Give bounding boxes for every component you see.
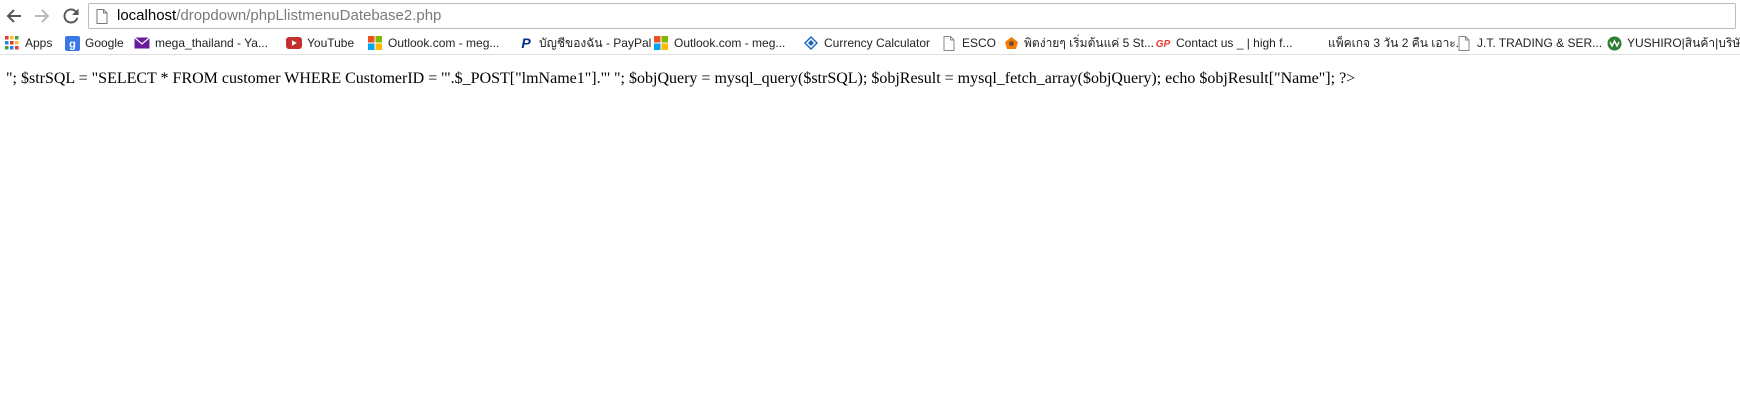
bookmark-outlook-2[interactable]: Outlook.com - meg... [653,33,785,53]
bookmark-label: แพ็คเกจ 3 วัน 2 คืน เอาะ... [1328,35,1466,50]
bookmark-outlook-1[interactable]: Outlook.com - meg... [367,33,499,53]
bookmark-label: ESCO [962,36,997,50]
url-path: /dropdown/phpLlistmenuDatebase2.php [176,7,442,24]
windows-icon [367,35,383,51]
back-button[interactable] [2,4,26,28]
address-bar[interactable]: localhost/dropdown/phpLlistmenuDatebase2… [88,3,1736,29]
browser-toolbar: localhost/dropdown/phpLlistmenuDatebase2… [0,0,1740,33]
paypal-icon: P [518,35,534,51]
bookmark-label: Outlook.com - meg... [388,36,500,50]
arrow-right-icon [35,9,50,23]
svg-text:P: P [521,36,531,50]
orange-logo-icon [1003,35,1019,51]
arrow-left-icon [6,9,21,23]
bookmark-label: YUSHIRO|สินค้า|บริษัท [1627,35,1740,50]
youtube-icon [286,35,302,51]
bookmark-label: J.T. TRADING & SER... [1477,36,1603,50]
url-host: localhost [117,7,177,24]
svg-text:GP: GP [1156,39,1171,49]
bookmark-package-3-days[interactable]: แพ็คเกจ 3 วัน 2 คืน เอาะ... [1307,33,1466,53]
bookmark-label: Apps [25,36,53,50]
bookmark-jt-trading[interactable]: J.T. TRADING & SER... [1456,33,1602,53]
forward-button[interactable] [30,4,54,28]
bookmark-label: Contact us _ | high f... [1176,36,1293,50]
page-icon [96,9,108,24]
bookmark-contact-us[interactable]: GP Contact us _ | high f... [1155,33,1293,53]
page-body-text: "; $strSQL = "SELECT * FROM customer WHE… [6,70,1356,87]
bookmark-label: Outlook.com - meg... [674,36,786,50]
blank-icon [1307,35,1323,51]
svg-text:g: g [69,38,76,50]
bookmark-google[interactable]: g Google [64,33,124,53]
bookmark-esco[interactable]: ESCO [941,33,996,53]
bookmark-paypal[interactable]: P บัญชีของฉัน - PayPal [518,33,651,53]
red-logo-icon: GP [1155,35,1171,51]
bookmark-currency-calculator[interactable]: Currency Calculator [803,33,930,53]
page-icon [1456,35,1472,51]
green-logo-icon [1606,35,1622,51]
apps-grid-icon [4,35,20,51]
bookmark-label: Google [85,36,124,50]
windows-icon [653,35,669,51]
reload-icon [63,8,79,24]
reload-button[interactable] [59,4,83,28]
bookmark-thai-package[interactable]: พิตง่ายๆ เริ่มต้นแค่ 5 St... [1003,33,1154,53]
bookmark-apps[interactable]: Apps [4,33,52,53]
bookmark-yushiro[interactable]: YUSHIRO|สินค้า|บริษัท [1606,33,1740,53]
page-icon [941,35,957,51]
bookmark-label: พิตง่ายๆ เริ่มต้นแค่ 5 St... [1024,35,1155,50]
bookmarks-bar: Apps g Google mega_thailand - Ya... YouT… [0,32,1740,55]
address-url: localhost/dropdown/phpLlistmenuDatebase2… [117,7,441,25]
diamond-icon [803,35,819,51]
bookmark-label: YouTube [307,36,355,50]
bookmark-youtube[interactable]: YouTube [286,33,354,53]
bookmark-label: บัญชีของฉัน - PayPal [539,35,652,50]
bookmark-mega-thailand[interactable]: mega_thailand - Ya... [134,33,268,53]
bookmark-label: mega_thailand - Ya... [155,36,268,50]
google-icon: g [64,35,80,51]
mail-icon [134,35,150,51]
bookmark-label: Currency Calculator [824,36,931,50]
